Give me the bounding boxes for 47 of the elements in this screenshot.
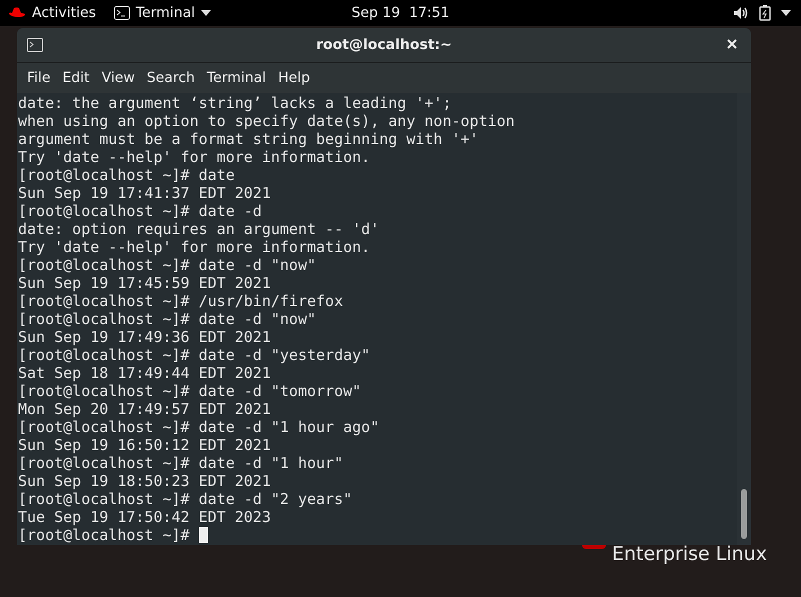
logo-mark — [582, 545, 606, 549]
terminal-line: Sun Sep 19 17:49:36 EDT 2021 — [18, 328, 271, 346]
scroll-thumb[interactable] — [741, 489, 747, 539]
terminal-line: [root@localhost ~]# date -d "2 years" — [18, 490, 352, 508]
menu-item[interactable]: Edit — [56, 70, 96, 86]
terminal-line: [root@localhost ~]# date -d "tomorrow" — [18, 382, 362, 400]
terminal-line: [root@localhost ~]# date -d "now" — [18, 310, 316, 328]
wallpaper-brand-text: Enterprise Linux — [612, 543, 767, 565]
clock[interactable]: Sep 19 17:51 — [352, 5, 450, 21]
hat-logo-icon — [8, 7, 26, 19]
terminal-prompt: [root@localhost ~]# — [18, 526, 190, 544]
terminal-line: Sat Sep 18 17:49:44 EDT 2021 — [18, 364, 271, 382]
caret-icon — [201, 10, 212, 16]
window-title: root@localhost:~ — [316, 37, 452, 53]
terminal-line: [root@localhost ~]# /usr/bin/firefox — [18, 292, 344, 310]
terminal-icon — [27, 38, 43, 52]
terminal-line: Sun Sep 19 17:45:59 EDT 2021 — [18, 274, 271, 292]
terminal-line: when using an option to specify date(s), any non-option — [18, 112, 515, 130]
terminal-line: Mon Sep 20 17:49:57 EDT 2021 — [18, 400, 271, 418]
terminal-line: [root@localhost ~]# date -d "1 hour" — [18, 454, 344, 472]
terminal-line: Try 'date --help' for more information. — [18, 238, 370, 256]
terminal-line: [root@localhost ~]# date — [18, 166, 235, 184]
terminal-line: Tue Sep 19 17:50:42 EDT 2023 — [18, 508, 271, 526]
terminal-icon — [114, 6, 130, 20]
terminal-line: date: the argument ‘string’ lacks a leading '+'; — [18, 94, 452, 112]
activities-button[interactable]: Activities — [32, 5, 96, 21]
terminal-line: Sun Sep 19 16:50:12 EDT 2021 — [18, 436, 271, 454]
terminal-line: argument must be a format string beginning with '+' — [18, 130, 479, 148]
menu-item[interactable]: Terminal — [200, 70, 272, 86]
speaker-icon[interactable] — [733, 6, 749, 20]
menu-item[interactable]: File — [21, 70, 56, 86]
close-icon — [727, 39, 737, 49]
battery-icon[interactable] — [759, 5, 771, 21]
app-menu[interactable]: Terminal — [136, 5, 196, 21]
menu-item[interactable]: Search — [140, 70, 201, 86]
menu-item[interactable]: Help — [272, 70, 316, 86]
terminal-line: date: option requires an argument -- 'd' — [18, 220, 380, 238]
text-cursor — [198, 527, 208, 543]
terminal-line: [root@localhost ~]# date -d "now" — [18, 256, 316, 274]
terminal-line: [root@localhost ~]# date -d "yesterday" — [18, 346, 370, 364]
menu-item[interactable]: View — [96, 70, 141, 86]
terminal-line: Try 'date --help' for more information. — [18, 148, 370, 166]
terminal-line: [root@localhost ~]# date -d "1 hour ago" — [18, 418, 380, 436]
caret-icon[interactable] — [781, 10, 791, 16]
terminal-line: [root@localhost ~]# date -d — [18, 202, 262, 220]
terminal-line: Sun Sep 19 18:50:23 EDT 2021 — [18, 472, 271, 490]
terminal-line: Sun Sep 19 17:41:37 EDT 2021 — [18, 184, 271, 202]
